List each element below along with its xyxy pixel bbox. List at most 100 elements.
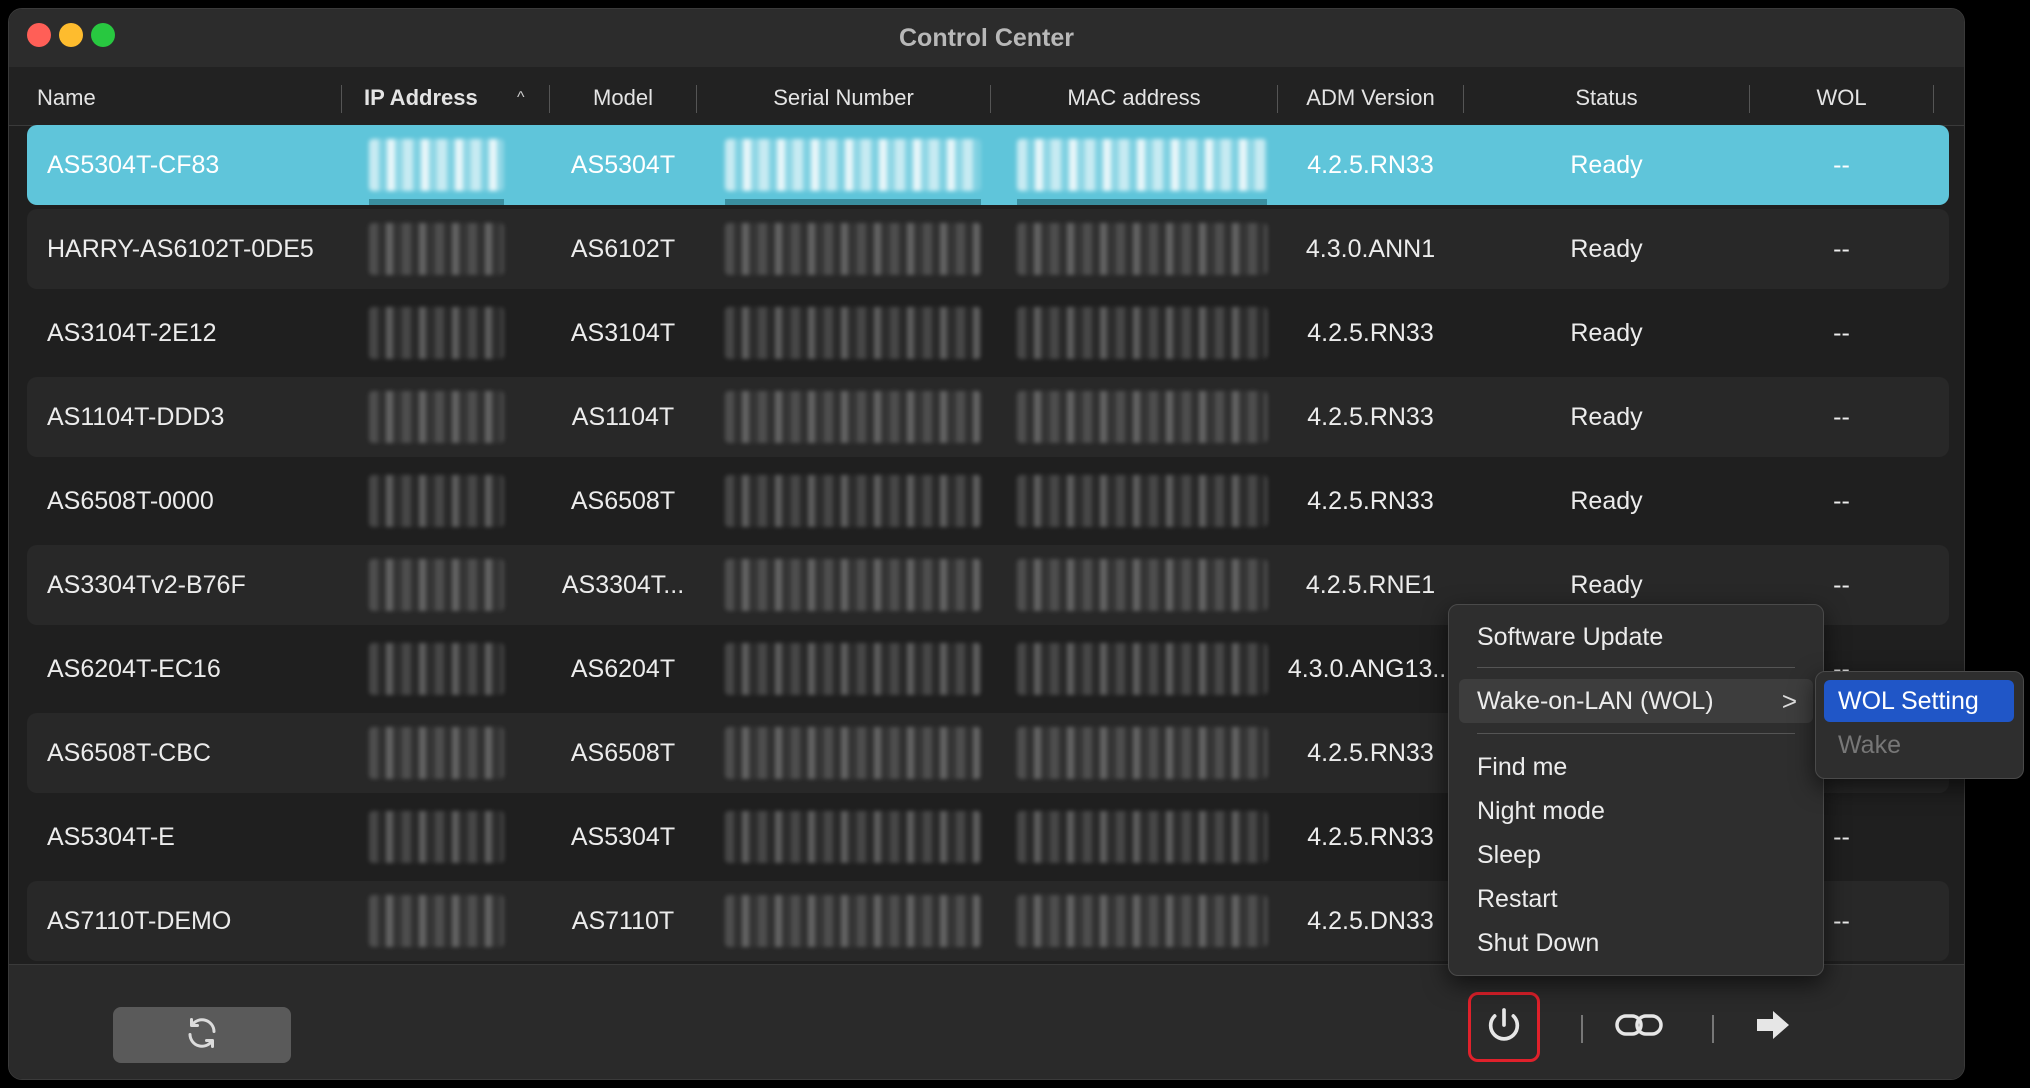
redacted-mac (1017, 559, 1267, 611)
redacted-mac (1017, 643, 1267, 695)
cell-wol: -- (1833, 151, 1850, 179)
cell-name: AS3304Tv2-B76F (47, 571, 246, 599)
menu-item-night-mode[interactable]: Night mode (1459, 789, 1813, 833)
menu-item-software-update[interactable]: Software Update (1459, 615, 1813, 659)
redacted-mac (1017, 475, 1267, 527)
refresh-icon (184, 1015, 220, 1056)
menu-separator (1477, 733, 1795, 734)
cell-adm: 4.2.5.RN33 (1307, 823, 1434, 851)
cell-name: AS3104T-2E12 (47, 319, 217, 347)
cell-name: AS5304T-CF83 (47, 151, 220, 179)
cell-model: AS6508T (570, 739, 676, 767)
cell-name: HARRY-AS6102T-0DE5 (47, 235, 314, 263)
redacted-serial (725, 559, 981, 611)
redacted-ip (369, 391, 504, 443)
menu-item-label: Wake-on-LAN (WOL) (1477, 687, 1714, 715)
redacted-serial (725, 475, 981, 527)
cell-model: AS1104T (571, 403, 675, 431)
cell-adm: 4.2.5.DN33 (1307, 907, 1434, 935)
open-button[interactable] (1743, 1005, 1803, 1049)
column-header-wol[interactable]: WOL (1750, 67, 1933, 125)
arrow-right-icon (1755, 1009, 1791, 1046)
submenu-item-wol-setting[interactable]: WOL Setting (1824, 680, 2014, 722)
menu-item-shut-down[interactable]: Shut Down (1459, 921, 1813, 965)
redacted-ip (369, 223, 504, 275)
sort-ascending-icon[interactable]: ^ (517, 89, 525, 107)
column-divider[interactable] (1933, 85, 1934, 113)
cell-adm: 4.2.5.RNE1 (1305, 571, 1436, 599)
cell-name: AS7110T-DEMO (47, 907, 232, 935)
wol-submenu: WOL Setting Wake (1815, 671, 2024, 779)
table-row[interactable]: AS6508T-0000 AS6508T 4.2.5.RN33 Ready -- (27, 461, 1949, 541)
cell-status: Ready (1570, 235, 1643, 263)
menu-separator (1477, 667, 1795, 668)
table-header: Name IP Address ^ Model Serial Number MA… (9, 67, 1964, 126)
power-context-menu: Software Update Wake-on-LAN (WOL) > Find… (1448, 604, 1824, 976)
cell-model: AS6102T (570, 235, 676, 263)
cell-model: AS5304T (570, 151, 676, 179)
cell-wol: -- (1833, 403, 1850, 431)
connect-button[interactable] (1609, 1005, 1669, 1049)
menu-item-restart[interactable]: Restart (1459, 877, 1813, 921)
redacted-mac (1017, 811, 1267, 863)
chevron-right-icon: > (1781, 686, 1797, 716)
column-header-name[interactable]: Name (37, 67, 96, 125)
cell-wol: -- (1833, 487, 1850, 515)
column-header-mac-address[interactable]: MAC address (991, 67, 1277, 125)
redacted-ip (369, 307, 504, 359)
cell-model: AS6204T (570, 655, 676, 683)
column-header-adm-version[interactable]: ADM Version (1278, 67, 1463, 125)
table-row[interactable]: AS5304T-CF83 AS5304T 4.2.5.RN33 Ready -- (27, 125, 1949, 205)
cell-status: Ready (1570, 319, 1643, 347)
cell-name: AS6508T-0000 (47, 487, 214, 515)
cell-name: AS6508T-CBC (47, 739, 211, 767)
table-row[interactable]: HARRY-AS6102T-0DE5 AS6102T 4.3.0.ANN1 Ready… (27, 209, 1949, 289)
column-header-serial-number[interactable]: Serial Number (697, 67, 990, 125)
cell-underline (369, 199, 504, 205)
redacted-serial (725, 643, 981, 695)
column-header-ip-address[interactable]: IP Address (364, 67, 478, 125)
redacted-ip (369, 475, 504, 527)
power-button[interactable] (1468, 992, 1540, 1062)
bottom-toolbar (9, 964, 1964, 1079)
redacted-mac (1017, 139, 1267, 191)
cell-adm: 4.2.5.RN33 (1307, 319, 1434, 347)
cell-model: AS6508T (570, 487, 676, 515)
redacted-serial (725, 811, 981, 863)
cell-wol: -- (1833, 319, 1850, 347)
column-header-model[interactable]: Model (550, 67, 696, 125)
redacted-ip (369, 811, 504, 863)
cell-underline (1017, 199, 1267, 205)
redacted-serial (725, 139, 981, 191)
menu-item-find-me[interactable]: Find me (1459, 745, 1813, 789)
cell-underline (725, 199, 981, 205)
menu-item-wake-on-lan[interactable]: Wake-on-LAN (WOL) > (1459, 679, 1813, 723)
redacted-serial (725, 727, 981, 779)
table-row[interactable]: AS3104T-2E12 AS3104T 4.2.5.RN33 Ready -- (27, 293, 1949, 373)
toolbar-divider (1581, 1015, 1583, 1043)
column-divider[interactable] (341, 85, 342, 113)
cell-model: AS3304T... (561, 571, 685, 599)
redacted-ip (369, 643, 504, 695)
cell-wol: -- (1833, 235, 1850, 263)
refresh-button[interactable] (113, 1007, 291, 1063)
table-row[interactable]: AS1104T-DDD3 AS1104T 4.2.5.RN33 Ready -- (27, 377, 1949, 457)
cell-model: AS7110T (571, 907, 675, 935)
redacted-mac (1017, 307, 1267, 359)
redacted-ip (369, 895, 504, 947)
menu-item-sleep[interactable]: Sleep (1459, 833, 1813, 877)
column-header-status[interactable]: Status (1464, 67, 1749, 125)
title-bar: Control Center (9, 9, 1964, 68)
cell-adm: 4.2.5.RN33 (1307, 151, 1434, 179)
cell-model: AS5304T (570, 823, 676, 851)
submenu-item-wake: Wake (1838, 731, 1901, 759)
redacted-mac (1017, 727, 1267, 779)
cell-adm: 4.2.5.RN33 (1307, 487, 1434, 515)
redacted-ip (369, 727, 504, 779)
toolbar-divider (1712, 1015, 1714, 1043)
redacted-serial (725, 223, 981, 275)
cell-status: Ready (1570, 151, 1643, 179)
cell-adm: 4.3.0.ANN1 (1305, 235, 1436, 263)
cell-name: AS6204T-EC16 (47, 655, 221, 683)
redacted-mac (1017, 391, 1267, 443)
